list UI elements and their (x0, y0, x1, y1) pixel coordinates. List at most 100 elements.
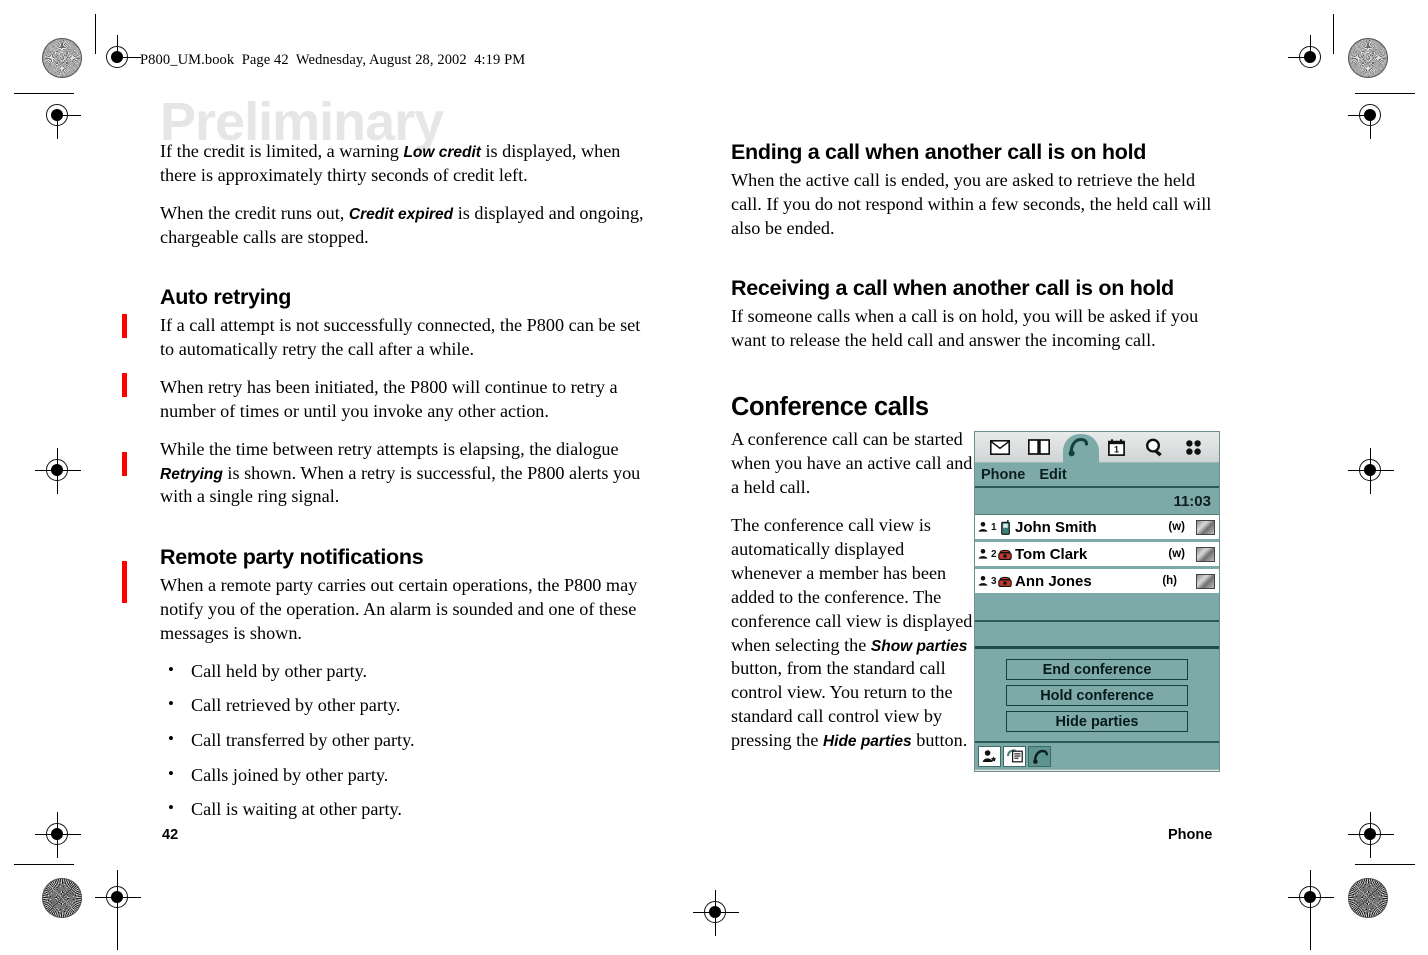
conference-party-row[interactable]: 3 Ann Jones (h) (975, 569, 1219, 596)
crop-line-left-upper-h (14, 93, 74, 95)
crop-line-bottom-left-h (14, 864, 74, 866)
para-text: The conference call view is automaticall… (731, 514, 973, 655)
para-text: When the credit runs out, (160, 202, 349, 223)
list-item: Call held by other party. (160, 659, 650, 684)
paragraph-ending-a-call: When the active call is ended, you are a… (731, 169, 1212, 238)
conference-party-row[interactable]: 1 John Smith (w) (975, 515, 1219, 542)
phone-handset-icon[interactable] (1028, 745, 1051, 767)
phone-handset-icon[interactable] (1065, 436, 1091, 458)
registration-mark-bottom-center (693, 890, 739, 936)
crop-line-top-left-v (95, 14, 97, 54)
remote-party-message-list: Call held by other party. Call retrieved… (160, 659, 650, 822)
rosette-mark-bottom-left (42, 878, 82, 918)
party-name: John Smith (1015, 518, 1097, 536)
rosette-mark-top-right (1348, 38, 1388, 78)
para-text: While the time between retry attempts is… (160, 438, 619, 459)
change-bar (122, 314, 127, 338)
party-name: Tom Clark (1015, 545, 1088, 563)
mobile-phone-icon (997, 519, 1013, 535)
party-photo-thumbnail (1196, 573, 1215, 589)
party-index-icon: 3 (978, 575, 997, 587)
party-name: Ann Jones (1015, 572, 1092, 590)
emphasis-low-credit: Low credit (403, 144, 481, 161)
page-number: 42 (162, 827, 179, 843)
envelope-icon[interactable] (987, 436, 1013, 458)
registration-mark-right-middle-cross (1348, 448, 1394, 494)
hold-conference-button[interactable]: Hold conference (1006, 685, 1188, 706)
party-number-type: (h) (1162, 575, 1177, 587)
desk-phone-icon (997, 548, 1013, 561)
document-page: P800_UM.book Page 42 Wednesday, August 2… (0, 0, 1428, 955)
party-number-type: (w) (1168, 521, 1185, 533)
paragraph-receiving-a-call: If someone calls when a call is on hold,… (731, 306, 1199, 351)
paragraph-low-credit: If the credit is limited, a warning Low … (160, 140, 650, 188)
chapter-name: Phone (1168, 827, 1213, 843)
messaging-icon[interactable] (1003, 745, 1026, 767)
party-index-number: 2 (991, 549, 997, 560)
paragraph-conference-2: The conference call view is automaticall… (731, 514, 974, 753)
hide-parties-button[interactable]: Hide parties (1006, 711, 1188, 732)
registration-mark-right-upper (1348, 93, 1394, 139)
empty-party-row (975, 596, 1219, 622)
paragraph-auto-retry-3: While the time between retry attempts is… (160, 438, 650, 510)
emphasis-hide-parties: Hide parties (822, 733, 912, 751)
heading-receiving-a-call: Receiving a call when another call is on… (731, 276, 1174, 301)
para-text: If a call attempt is not successfully co… (160, 315, 641, 360)
list-item: Calls joined by other party. (160, 763, 650, 788)
device-application-bar: 1 (975, 432, 1219, 468)
registration-mark-right-lower (1348, 812, 1394, 858)
paragraph-conference-1: A conference call can be started when yo… (731, 429, 973, 497)
registration-mark-top-left-inner (95, 35, 141, 81)
conference-calls-text: A conference call can be started when yo… (731, 428, 974, 753)
desk-phone-icon (997, 575, 1013, 588)
crop-line-top-right-v (1333, 14, 1335, 54)
party-photo-thumbnail (1196, 519, 1215, 535)
heading-conference-calls: Conference calls (731, 393, 929, 422)
file-info-header: P800_UM.book Page 42 Wednesday, August 2… (140, 52, 526, 68)
menu-item-phone[interactable]: Phone (981, 467, 1025, 483)
change-bar (122, 561, 127, 603)
end-conference-button[interactable]: End conference (1006, 659, 1188, 680)
device-status-bar (975, 769, 1219, 771)
heading-ending-a-call: Ending a call when another call is on ho… (731, 140, 1147, 164)
list-item: Call is waiting at other party. (160, 797, 650, 822)
party-index-icon: 2 (978, 548, 997, 560)
rosette-mark-top-left (42, 38, 82, 78)
paragraph-credit-expired: When the credit runs out, Credit expired… (160, 202, 650, 250)
svg-text:1: 1 (1114, 444, 1119, 454)
para-text: When retry has been initiated, the P800 … (160, 377, 618, 421)
heading-remote-party-notifications: Remote party notifications (160, 545, 424, 570)
paragraph-auto-retry-2: When retry has been initiated, the P800 … (160, 376, 650, 424)
more-apps-icon[interactable] (1181, 436, 1207, 458)
device-task-bar (975, 741, 1219, 769)
party-photo-thumbnail (1196, 546, 1215, 562)
para-text: If the credit is limited, a warning (160, 141, 404, 161)
registration-mark-left-upper (35, 93, 81, 139)
magnifier-icon[interactable] (1142, 436, 1168, 458)
emphasis-show-parties: Show parties (870, 637, 968, 655)
emphasis-retrying: Retrying (160, 465, 223, 483)
device-clock-row: 11:03 (975, 488, 1219, 515)
crop-line-bottom-right-v (1310, 870, 1312, 950)
menu-item-edit[interactable]: Edit (1039, 467, 1066, 483)
registration-mark-top-right-inner (1288, 35, 1334, 81)
emphasis-credit-expired: Credit expired (348, 205, 454, 223)
empty-party-row (975, 622, 1219, 649)
contacts-icon[interactable] (978, 745, 1001, 767)
party-index-icon: 1 (978, 521, 997, 533)
change-bar (122, 373, 127, 397)
registration-mark-left-middle (35, 448, 81, 494)
paragraph-remote-party: When a remote party carries out certain … (160, 575, 638, 643)
conference-party-row[interactable]: 2 Tom Clark (w) (975, 542, 1219, 569)
paragraph-auto-retry-1: If a call attempt is not successfully co… (160, 314, 650, 362)
list-item: Call transferred by other party. (160, 728, 650, 753)
party-index-number: 3 (991, 576, 997, 587)
conference-command-buttons: End conference Hold conference Hide part… (975, 649, 1219, 741)
crop-line-bottom-right-h (1355, 864, 1415, 866)
crop-line-bottom-left-v (117, 870, 119, 950)
book-icon[interactable] (1026, 436, 1052, 458)
left-text-column: If the credit is limited, a warning Low … (160, 140, 650, 833)
calendar-icon[interactable]: 1 (1103, 436, 1129, 458)
party-index-number: 1 (991, 522, 997, 533)
para-text: button. (911, 730, 968, 751)
